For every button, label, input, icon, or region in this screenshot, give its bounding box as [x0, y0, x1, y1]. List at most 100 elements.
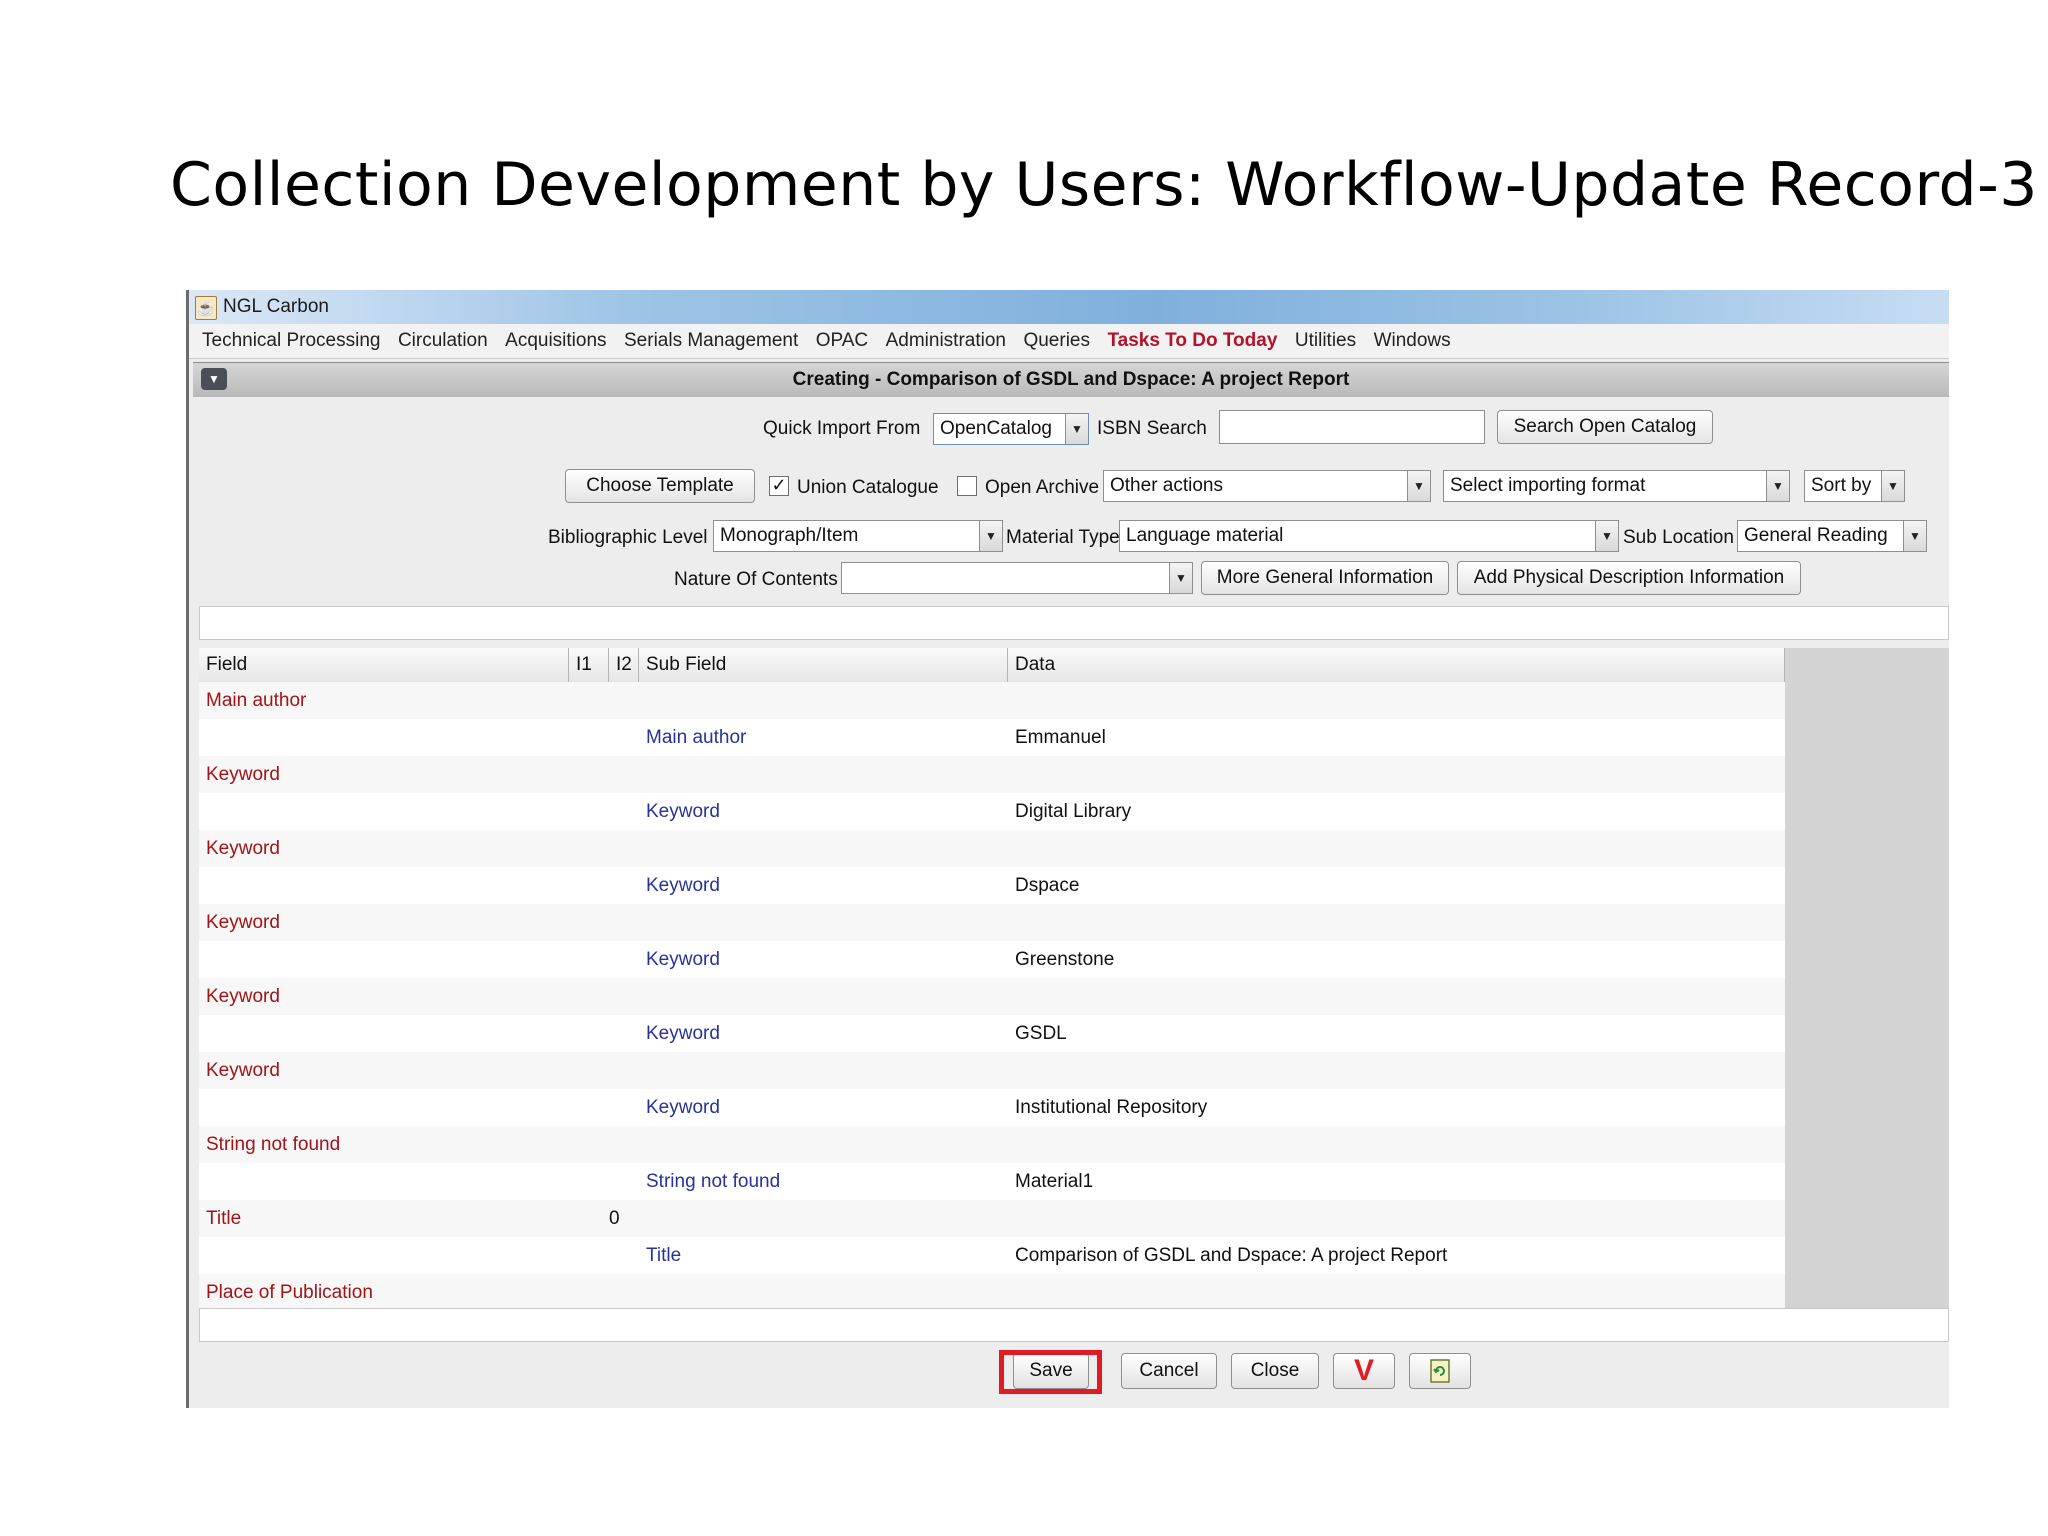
- app-name: NGL Carbon: [223, 296, 329, 317]
- field-cell: Keyword: [206, 912, 280, 933]
- quick-import-select[interactable]: OpenCatalog ▼: [933, 413, 1089, 445]
- frame-title: Creating - Comparison of GSDL and Dspace…: [792, 369, 1350, 390]
- table-row[interactable]: Keyword: [199, 830, 1785, 867]
- table-row[interactable]: Keyword Institutional Repository: [199, 1089, 1785, 1126]
- close-button[interactable]: Close: [1231, 1353, 1319, 1389]
- refresh-icon[interactable]: [1409, 1353, 1471, 1389]
- chevron-down-icon: ▼: [1169, 563, 1192, 593]
- isbn-search-input[interactable]: [1219, 410, 1485, 444]
- menu-utilities[interactable]: Utilities: [1295, 324, 1356, 358]
- menu-opac[interactable]: OPAC: [816, 324, 868, 358]
- menu-acquisitions[interactable]: Acquisitions: [505, 324, 606, 358]
- open-archive-label: Open Archive: [985, 477, 1100, 498]
- bibliographic-level-label: Bibliographic Level: [548, 527, 708, 548]
- sub-location-label: Sub Location: [1623, 527, 1734, 548]
- menu-technical-processing[interactable]: Technical Processing: [202, 324, 380, 358]
- data-cell: Material1: [1015, 1171, 1094, 1192]
- table-row[interactable]: Main author Emmanuel: [199, 719, 1785, 756]
- marc-record-table[interactable]: Field I1 I2 Sub Field Data Main author M…: [199, 648, 1785, 1308]
- java-app-icon: ☕: [195, 296, 217, 320]
- sort-by-select[interactable]: Sort by ▼: [1804, 470, 1905, 502]
- table-row[interactable]: Keyword: [199, 904, 1785, 941]
- more-general-information-button[interactable]: More General Information: [1201, 561, 1449, 595]
- column-header-sub-field[interactable]: Sub Field: [639, 648, 1008, 682]
- quick-import-label: Quick Import From: [763, 418, 921, 439]
- table-header: Field I1 I2 Sub Field Data: [199, 648, 1785, 683]
- table-row[interactable]: Keyword Greenstone: [199, 941, 1785, 978]
- cancel-button[interactable]: Cancel: [1121, 1353, 1217, 1389]
- data-cell: Digital Library: [1015, 801, 1132, 822]
- subfield-cell: Keyword: [646, 1097, 720, 1118]
- union-catalogue-checkbox[interactable]: ✓: [769, 476, 789, 496]
- menu-bar: Technical Processing Circulation Acquisi…: [189, 324, 1949, 359]
- save-highlight-box: [999, 1350, 1102, 1394]
- chevron-down-icon: ▼: [1766, 471, 1789, 501]
- nature-of-contents-select[interactable]: ▼: [841, 562, 1193, 594]
- table-row[interactable]: Keyword: [199, 756, 1785, 793]
- data-cell: Comparison of GSDL and Dspace: A project…: [1015, 1245, 1448, 1266]
- sub-location-select[interactable]: General Reading ▼: [1737, 520, 1927, 552]
- field-cell: Keyword: [206, 1060, 280, 1081]
- chevron-down-icon: ▼: [1881, 471, 1904, 501]
- data-cell: Greenstone: [1015, 949, 1115, 970]
- field-cell: Keyword: [206, 764, 280, 785]
- material-type-label: Material Type: [1006, 527, 1120, 548]
- column-header-data[interactable]: Data: [1008, 648, 1785, 682]
- table-row[interactable]: String not found Material1: [199, 1163, 1785, 1200]
- menu-serials-management[interactable]: Serials Management: [624, 324, 798, 358]
- menu-administration[interactable]: Administration: [886, 324, 1006, 358]
- subfield-cell: Title: [646, 1245, 682, 1266]
- table-row[interactable]: Keyword Digital Library: [199, 793, 1785, 830]
- table-row[interactable]: Title 0: [199, 1200, 1785, 1237]
- table-row[interactable]: Keyword: [199, 978, 1785, 1015]
- bibliographic-level-select[interactable]: Monograph/Item ▼: [713, 520, 1003, 552]
- open-archive-checkbox[interactable]: [957, 476, 977, 496]
- other-actions-select[interactable]: Other actions ▼: [1103, 470, 1431, 502]
- table-body: Main author Main author Emmanuel Keyword …: [199, 682, 1785, 1308]
- field-cell: Place of Publication: [206, 1282, 373, 1303]
- sort-by-value: Sort by: [1811, 475, 1872, 496]
- subfield-cell: Keyword: [646, 1023, 720, 1044]
- add-physical-description-button[interactable]: Add Physical Description Information: [1457, 561, 1801, 595]
- table-row[interactable]: Keyword Dspace: [199, 867, 1785, 904]
- table-row[interactable]: Title Comparison of GSDL and Dspace: A pr…: [199, 1237, 1785, 1274]
- column-header-i1[interactable]: I1: [569, 648, 609, 682]
- chevron-down-icon: ▼: [1903, 521, 1926, 551]
- table-row[interactable]: Keyword: [199, 1052, 1785, 1089]
- table-side-area: [1785, 648, 1949, 1308]
- data-cell: Institutional Repository: [1015, 1097, 1208, 1118]
- check-v-icon[interactable]: V: [1333, 1353, 1395, 1389]
- column-header-i2[interactable]: I2: [609, 648, 639, 682]
- status-strip: [199, 606, 1949, 640]
- menu-tasks-to-do-today[interactable]: Tasks To Do Today: [1107, 324, 1277, 358]
- field-cell: String not found: [206, 1134, 341, 1155]
- table-row[interactable]: Place of Publication: [199, 1274, 1785, 1308]
- subfield-cell: Keyword: [646, 875, 720, 896]
- menu-queries[interactable]: Queries: [1023, 324, 1090, 358]
- material-type-value: Language material: [1126, 525, 1284, 546]
- choose-template-button[interactable]: Choose Template: [565, 469, 755, 503]
- nature-of-contents-label: Nature Of Contents: [674, 569, 838, 590]
- chevron-down-icon: ▼: [1595, 521, 1618, 551]
- subfield-cell: Keyword: [646, 949, 720, 970]
- column-header-field[interactable]: Field: [199, 648, 569, 682]
- data-cell: Dspace: [1015, 875, 1080, 896]
- field-cell: Main author: [206, 690, 307, 711]
- quick-import-value: OpenCatalog: [940, 418, 1052, 439]
- menu-windows[interactable]: Windows: [1374, 324, 1451, 358]
- app-window: ☕ NGL Carbon Technical Processing Circul…: [186, 290, 1949, 1408]
- field-cell: Title: [206, 1208, 242, 1229]
- material-type-select[interactable]: Language material ▼: [1119, 520, 1619, 552]
- table-row[interactable]: Keyword GSDL: [199, 1015, 1785, 1052]
- table-row[interactable]: Main author: [199, 682, 1785, 719]
- importing-format-select[interactable]: Select importing format ▼: [1443, 470, 1790, 502]
- bottom-status-strip: [199, 1308, 1949, 1342]
- slide-title: Collection Development by Users: Workflo…: [170, 150, 2038, 220]
- field-cell: Keyword: [206, 986, 280, 1007]
- title-bar[interactable]: ☕ NGL Carbon: [189, 290, 1949, 324]
- table-row[interactable]: String not found: [199, 1126, 1785, 1163]
- data-cell: Emmanuel: [1015, 727, 1106, 748]
- data-cell: GSDL: [1015, 1023, 1067, 1044]
- search-open-catalog-button[interactable]: Search Open Catalog: [1497, 410, 1713, 444]
- menu-circulation[interactable]: Circulation: [398, 324, 488, 358]
